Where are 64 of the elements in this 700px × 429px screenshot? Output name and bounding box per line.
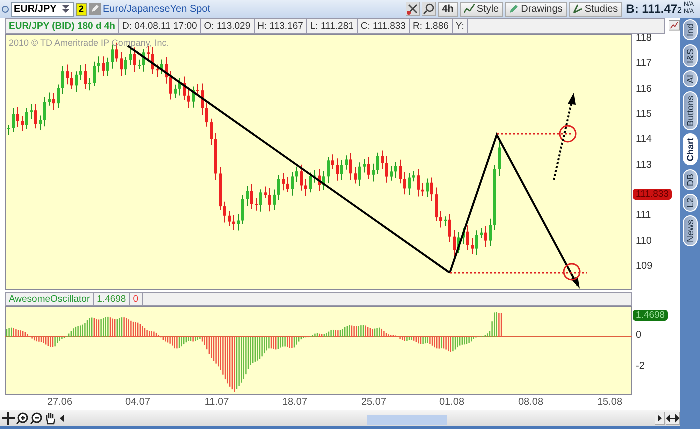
info-cell: R: 1.886: [410, 18, 453, 34]
side-tab[interactable]: DB: [682, 170, 698, 190]
info-cell: L: 111.281: [307, 18, 358, 34]
info-cell: EUR/JPY (BID) 180 d 4h: [5, 18, 120, 34]
magnifier-icon[interactable]: [422, 2, 436, 16]
date-label: 18.07: [282, 397, 308, 408]
scroll-right-icon[interactable]: [655, 412, 665, 424]
indicator-value: 0: [130, 292, 142, 306]
price-label: 114: [636, 134, 652, 146]
price-label: 116: [636, 84, 652, 95]
price-label: 118: [636, 33, 652, 44]
side-tab[interactable]: AI: [682, 71, 698, 88]
toolbar-button[interactable]: Studies: [568, 2, 622, 16]
oscillator-value-badge: 1.4698: [633, 310, 668, 321]
resize-arrows-icon[interactable]: [666, 412, 680, 424]
scrollbar-thumb[interactable]: [367, 415, 447, 425]
bid-price: B: 111.472: [626, 2, 682, 16]
side-tab[interactable]: Ind: [682, 20, 698, 41]
chart-settings-icon[interactable]: [669, 20, 680, 31]
crosshair-icon[interactable]: [2, 412, 15, 424]
price-label: 111: [636, 210, 652, 222]
date-label: 08.08: [518, 397, 544, 408]
oscillator-axis-label: -2: [636, 361, 645, 372]
indicator-value: 1.4698: [94, 292, 130, 306]
price-label: 115: [636, 108, 652, 120]
circle-marker: [559, 125, 577, 143]
toolbar-button[interactable]: 4h: [438, 2, 458, 16]
date-label: 11.07: [204, 397, 230, 408]
side-tab[interactable]: Buttons: [682, 92, 698, 130]
info-cell: H: 113.167: [254, 18, 308, 34]
last-price-badge: 111.833: [633, 189, 672, 200]
info-cell: Y:: [452, 18, 468, 34]
side-tab[interactable]: I&S: [682, 44, 698, 68]
toolbar-button[interactable]: Drawings: [505, 2, 567, 16]
date-label: 25.07: [361, 397, 387, 408]
price-label: 109: [636, 260, 653, 272]
circle-icon[interactable]: [2, 6, 9, 12]
info-cell: D: 04.08.11 17:00: [119, 18, 202, 34]
oscillator-axis-label: 0: [636, 330, 642, 341]
pencil-icon: [509, 4, 520, 14]
date-label: 15.08: [597, 397, 623, 408]
date-label: 04.07: [125, 397, 151, 408]
info-cell: C: 111.833: [358, 18, 410, 34]
zoom-in-icon[interactable]: [16, 412, 29, 424]
copyright-text: 2010 © TD Ameritrade IP Company, Inc.: [9, 38, 170, 48]
toolbar-button[interactable]: Style: [460, 2, 504, 16]
symbol-field[interactable]: EUR/JPY: [11, 2, 74, 16]
zoom-out-icon[interactable]: [30, 412, 43, 424]
date-label: 27.06: [47, 397, 73, 408]
price-label: 117: [636, 58, 652, 70]
circle-marker: [563, 263, 581, 281]
side-tab[interactable]: News: [682, 216, 698, 247]
side-tab[interactable]: L2: [682, 194, 698, 212]
link-badge[interactable]: 2: [76, 2, 88, 16]
side-tab[interactable]: Chart: [682, 134, 698, 166]
hand-icon[interactable]: [44, 412, 57, 424]
price-label: 113: [636, 160, 652, 171]
info-cell: O: 113.029: [201, 18, 255, 34]
price-label: 110: [636, 236, 652, 247]
line-chart-icon: [464, 4, 475, 14]
dropdown-icon[interactable]: [61, 4, 71, 14]
symbol-description: Euro/JapaneseYen Spot: [103, 4, 211, 14]
date-label: 01.08: [439, 397, 465, 408]
indicator-name: AwesomeOscillator: [5, 292, 94, 306]
